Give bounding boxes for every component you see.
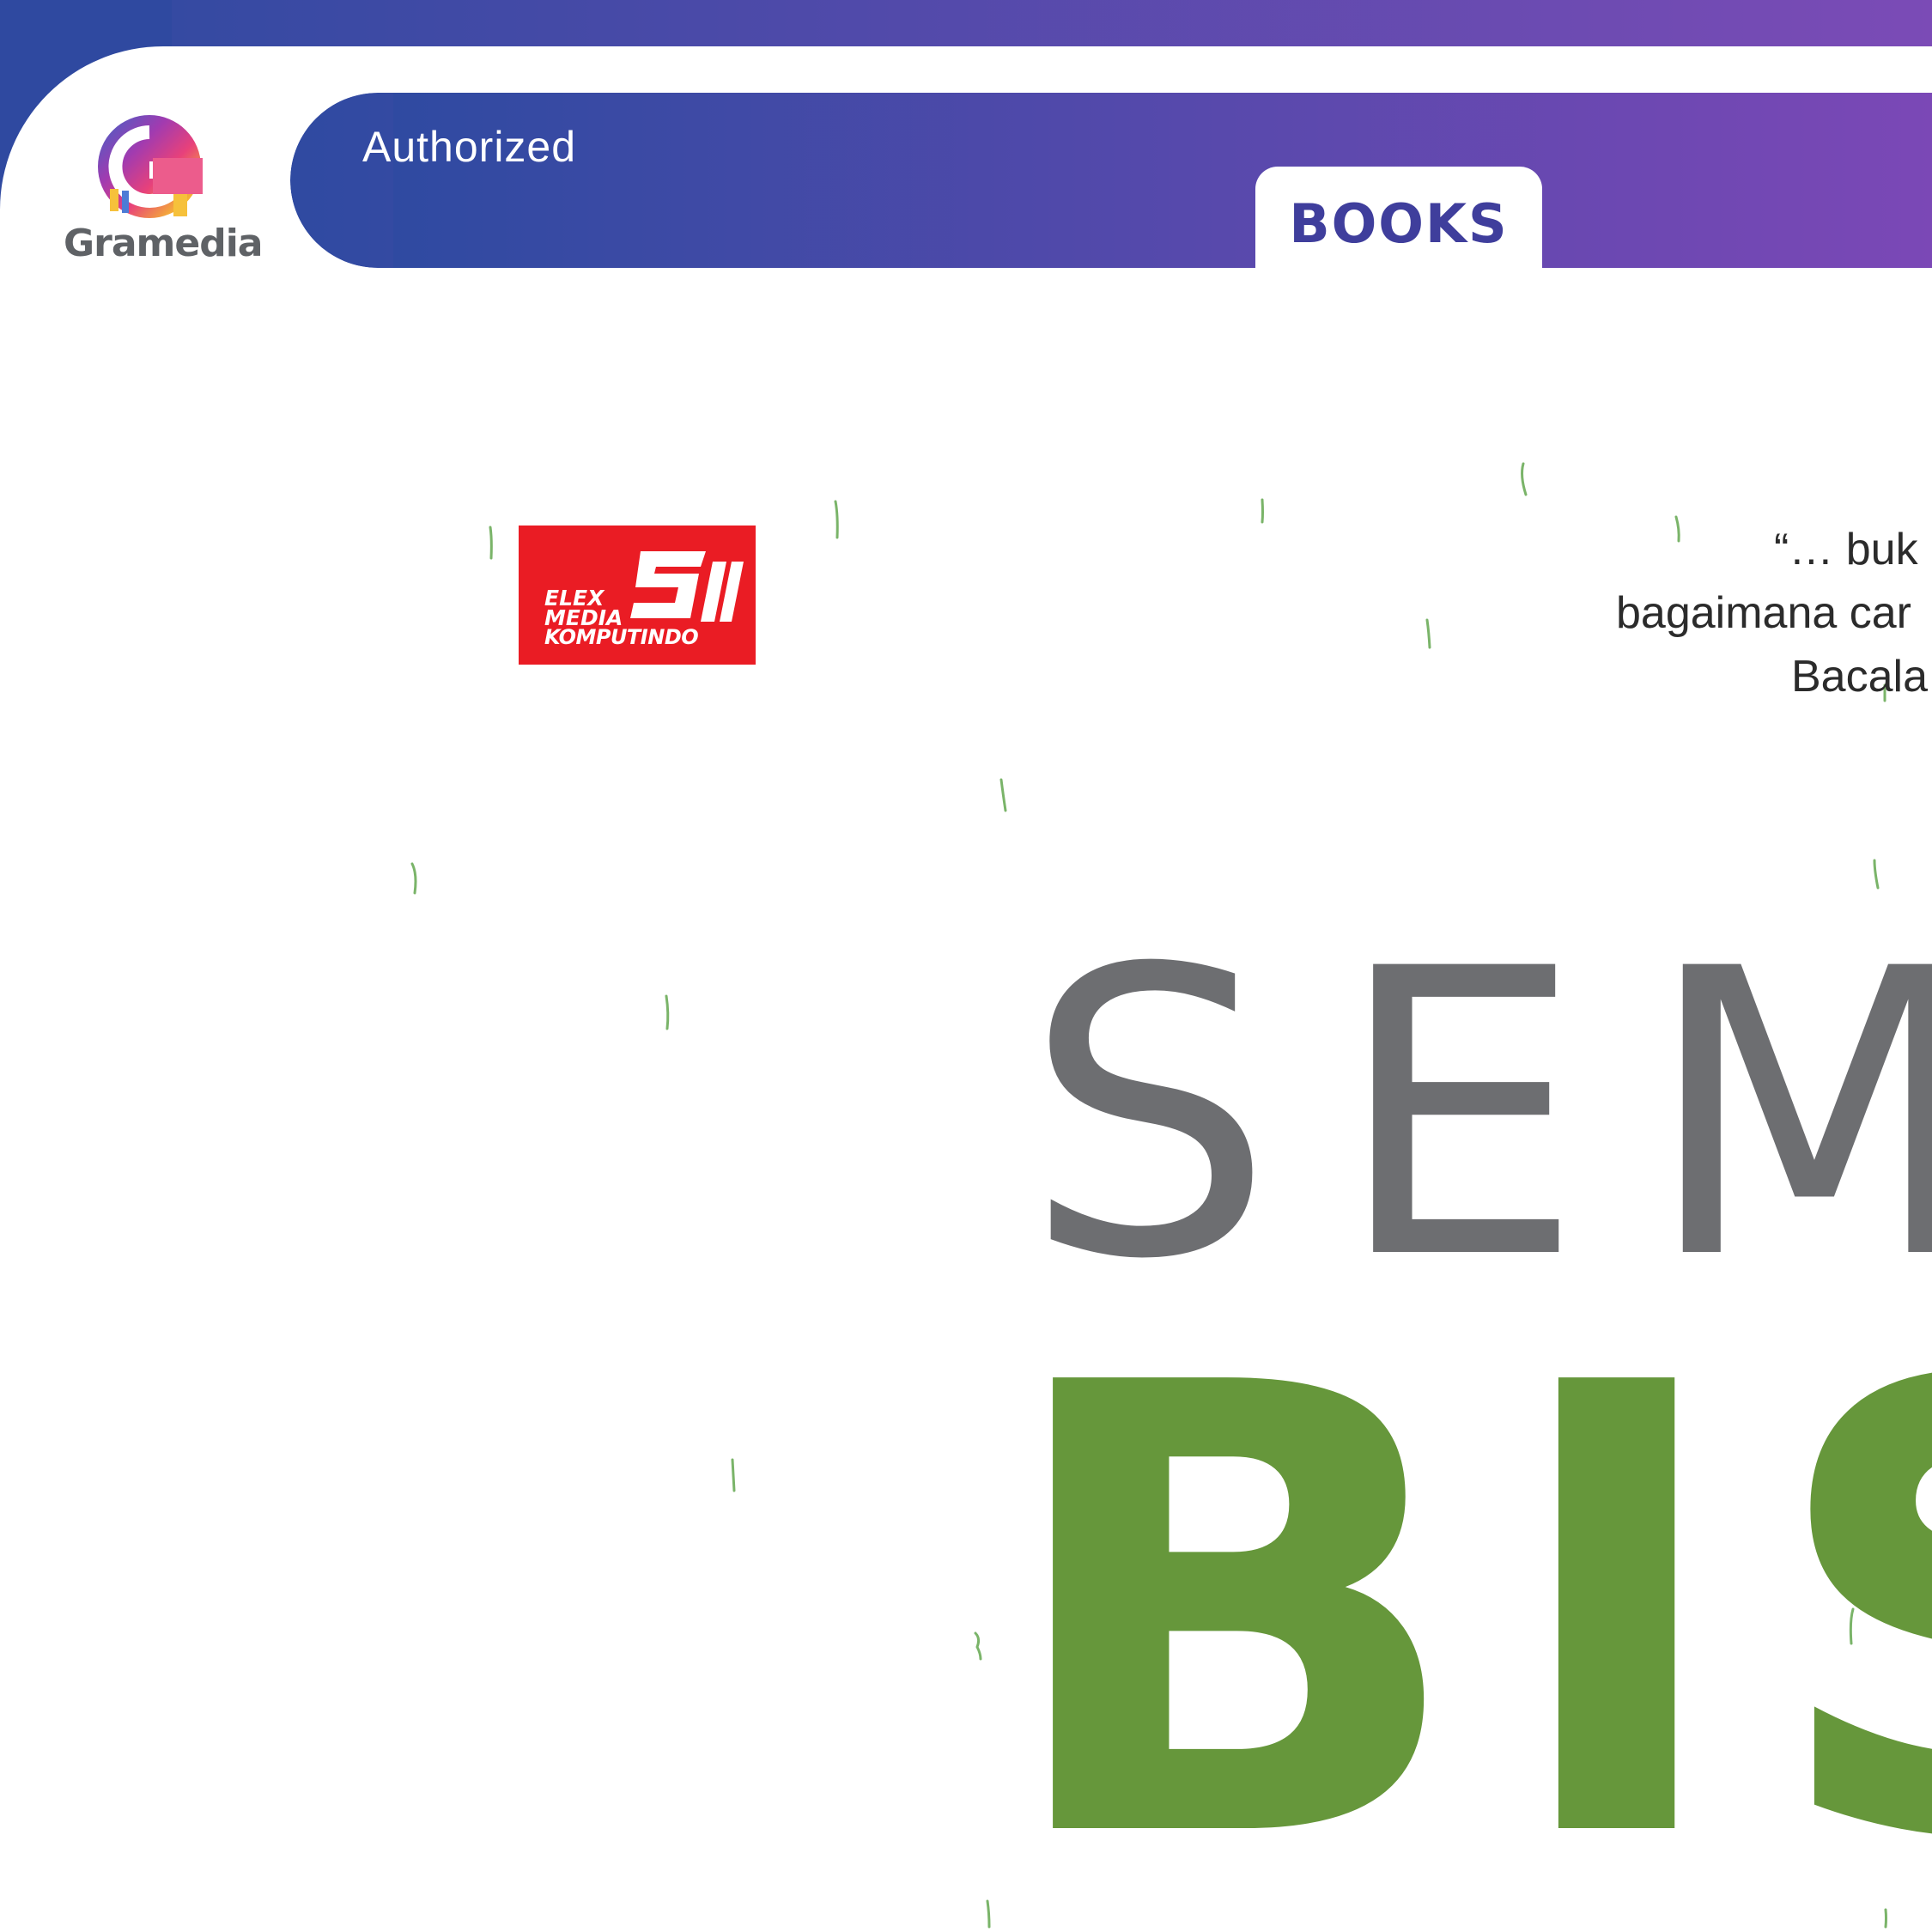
title-line-2: BIS: [996, 1255, 1932, 1932]
quote-line-2: bagaimana car: [1616, 588, 1911, 638]
quote-line-3: Bacala: [1791, 652, 1928, 702]
publisher-line-3: KOMPUTINDO: [544, 625, 699, 649]
quote-line-1: “… buk: [1774, 525, 1918, 574]
elex-media-logo-icon: [630, 551, 744, 622]
publisher-logo: ELEX MEDIA KOMPUTINDO: [519, 526, 756, 665]
book-cover-page: Gramedia Authorized BOOKS ELEX MEDIA KOM…: [0, 0, 1932, 1932]
